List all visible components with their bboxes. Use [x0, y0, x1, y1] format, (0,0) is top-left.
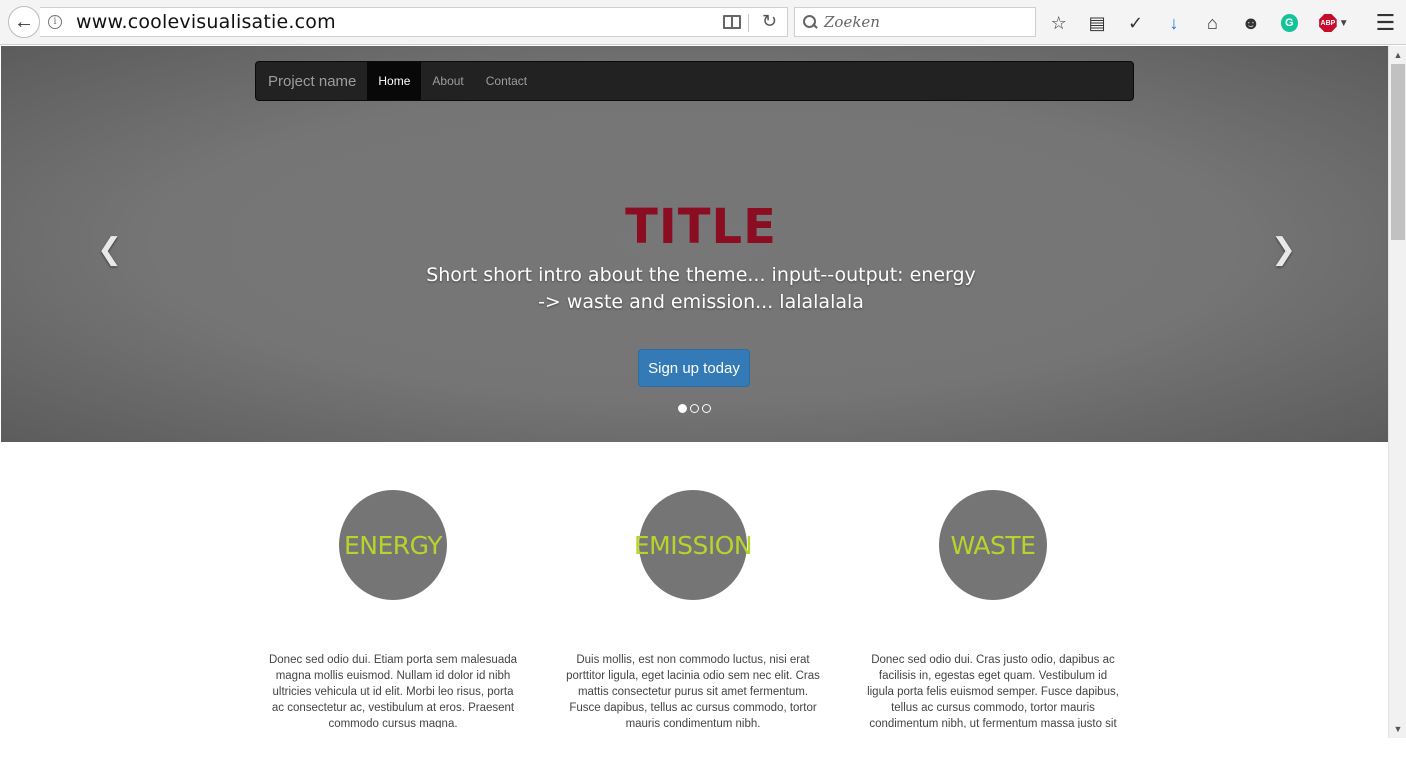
chevron-down-icon[interactable]: ▼ [1339, 18, 1349, 29]
carousel-caption: TITLE Short short intro about the theme.… [401, 196, 1001, 316]
feature-waste: WASTE Donec sed odio dui. Cras justo odi… [863, 490, 1123, 728]
feature-text: Donec sed odio dui. Cras justo odio, dap… [867, 654, 1119, 728]
browser-toolbar: ← i www.coolevisualisatie.com ↻ Zoeken ☆… [0, 0, 1406, 45]
search-placeholder: Zoeken [824, 13, 880, 31]
grammarly-icon[interactable]: G [1280, 14, 1299, 32]
address-bar[interactable]: i www.coolevisualisatie.com ↻ [40, 7, 788, 37]
reader-view-icon[interactable] [723, 15, 741, 29]
url-text: www.coolevisualisatie.com [76, 11, 336, 33]
scroll-down-icon[interactable]: ▼ [1389, 720, 1406, 738]
browser-toolbar-icons: ☆ ▤ ✓ ↓ ⌂ ☻ G ABP ▼ ☰ [1046, 10, 1398, 36]
feature-energy: ENERGY Donec sed odio dui. Etiam porta s… [263, 490, 523, 728]
emoji-icon[interactable]: ☻ [1238, 10, 1263, 36]
carousel-next-icon[interactable]: ❯ [1271, 232, 1296, 267]
bookmark-star-icon[interactable]: ☆ [1046, 10, 1071, 36]
hero-carousel: Project name Home About Contact ❮ ❯ TITL… [1, 46, 1388, 442]
menu-icon[interactable]: ☰ [1373, 10, 1398, 36]
address-separator [748, 14, 749, 32]
feature-text: Duis mollis, est non commodo luctus, nis… [566, 654, 820, 728]
page-scrollbar[interactable]: ▲ ▼ [1388, 46, 1406, 738]
back-arrow-icon[interactable]: ← [8, 6, 40, 38]
search-input[interactable]: Zoeken [794, 7, 1036, 37]
search-icon [802, 14, 818, 30]
carousel-indicator[interactable] [690, 404, 699, 413]
reload-icon[interactable]: ↻ [762, 11, 777, 32]
hero-intro: Short short intro about the theme... inp… [426, 264, 976, 313]
reading-list-icon[interactable]: ▤ [1084, 10, 1109, 36]
nav-item-about[interactable]: About [421, 62, 474, 100]
carousel-indicator[interactable] [702, 404, 711, 413]
home-icon[interactable]: ⌂ [1200, 10, 1225, 36]
pocket-icon[interactable]: ✓ [1123, 10, 1148, 36]
nav-item-home[interactable]: Home [367, 62, 422, 100]
scroll-up-icon[interactable]: ▲ [1389, 46, 1406, 64]
download-icon[interactable]: ↓ [1161, 10, 1186, 36]
navbar-brand[interactable]: Project name [256, 62, 367, 100]
carousel-indicators [678, 404, 711, 413]
feature-emission: EMISSION Duis mollis, est non commodo lu… [563, 490, 823, 728]
adblock-icon[interactable]: ABP [1319, 14, 1337, 32]
carousel-indicator[interactable] [678, 404, 687, 413]
carousel-prev-icon[interactable]: ❮ [97, 232, 122, 267]
hero-title: TITLE [625, 199, 777, 255]
sign-up-button[interactable]: Sign up today [638, 349, 750, 387]
scroll-thumb[interactable] [1391, 64, 1405, 240]
feature-circle: ENERGY [339, 490, 447, 600]
info-icon[interactable]: i [48, 15, 62, 29]
feature-circle: WASTE [939, 490, 1047, 600]
feature-label: WASTE [950, 530, 1036, 560]
feature-circle: EMISSION [634, 490, 753, 600]
top-navbar: Project name Home About Contact [255, 61, 1134, 101]
nav-item-contact[interactable]: Contact [475, 62, 538, 100]
feature-text: Donec sed odio dui. Etiam porta sem male… [268, 654, 518, 728]
feature-label: ENERGY [343, 530, 443, 560]
feature-label: EMISSION [633, 530, 753, 560]
